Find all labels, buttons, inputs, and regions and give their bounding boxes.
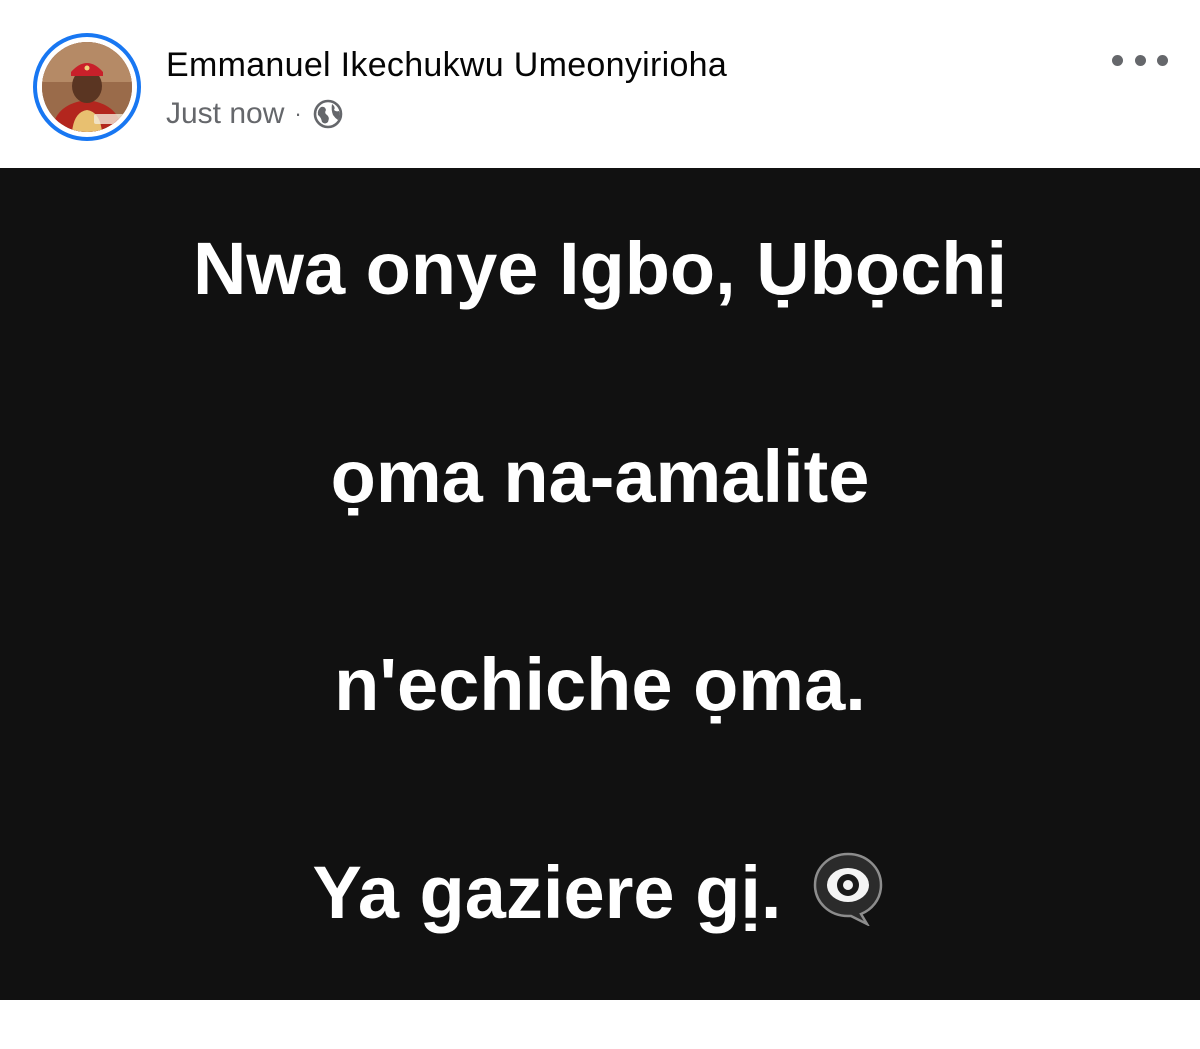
- eye-in-speech-bubble-icon: [809, 848, 887, 928]
- post-text-line: Nwa onye Igbo, Ụbọchị: [192, 227, 1008, 310]
- post-background: Nwa onye Igbo, Ụbọchị ọma na-amalite n'e…: [0, 168, 1200, 1000]
- more-dot: [1157, 54, 1168, 66]
- more-dot: [1134, 54, 1146, 66]
- post-text-line-last: Ya gaziere gị.: [50, 841, 1150, 945]
- post-text-line: n'echiche ọma.: [334, 643, 866, 726]
- author-name[interactable]: Emmanuel Ikechukwu Umeonyirioha: [166, 46, 727, 85]
- more-options-icon[interactable]: [1112, 48, 1168, 72]
- post-text: Nwa onye Igbo, Ụbọchị ọma na-amalite n'e…: [50, 113, 1150, 1049]
- post-text-line: Ya gaziere gị.: [312, 851, 782, 934]
- more-dot: [1112, 54, 1123, 66]
- post-text-line: ọma na-amalite: [330, 435, 870, 518]
